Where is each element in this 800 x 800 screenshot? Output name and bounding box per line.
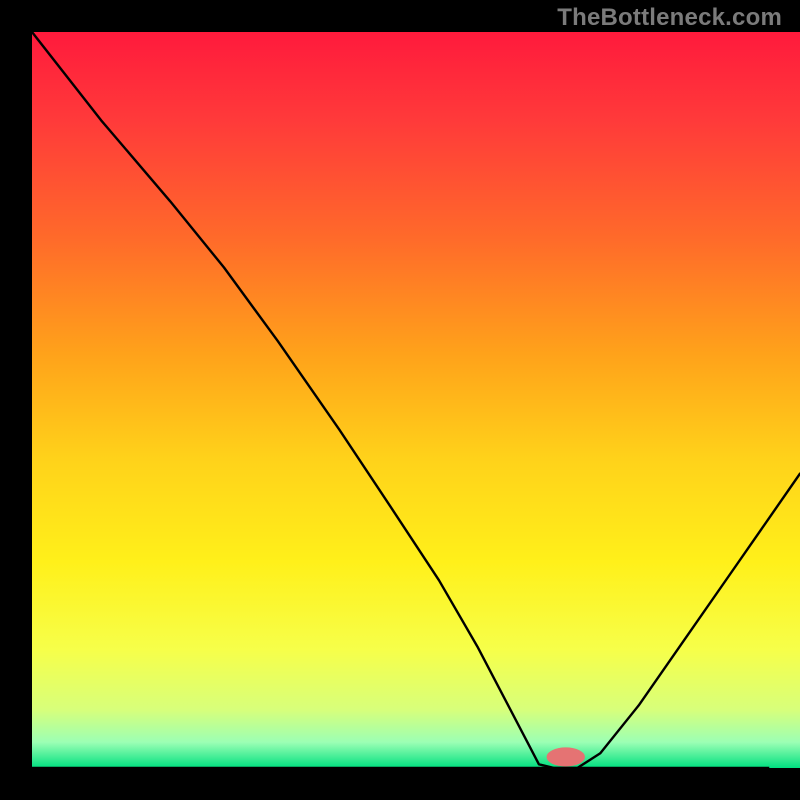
chart-frame: TheBottleneck.com [0,0,800,800]
watermark-text: TheBottleneck.com [557,4,782,32]
optimum-marker [547,747,585,766]
bottleneck-chart [0,0,800,800]
gradient-background [32,32,800,768]
